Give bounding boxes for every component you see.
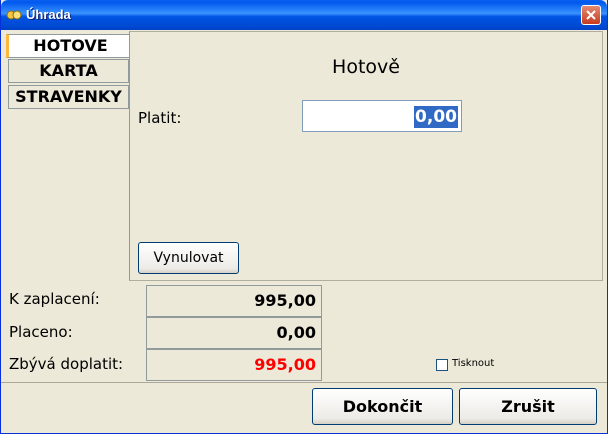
remaining-value: 995,00	[146, 349, 322, 381]
close-button[interactable]	[581, 5, 601, 25]
app-icon	[6, 10, 22, 20]
paid-value: 0,00	[146, 317, 322, 349]
tab-hotove[interactable]: HOTOVE	[6, 34, 132, 58]
pay-amount-input[interactable]: 0,00	[302, 100, 462, 132]
remaining-label: Zbývá doplatit:	[9, 355, 124, 373]
print-checkbox[interactable]	[436, 359, 448, 371]
pay-label: Platit:	[138, 109, 182, 127]
close-icon	[586, 10, 596, 20]
finish-button[interactable]: Dokončit	[312, 388, 453, 425]
panel-title: Hotově	[332, 56, 400, 78]
to-pay-value: 995,00	[146, 285, 322, 317]
window-title: Úhrada	[26, 7, 71, 22]
payment-dialog: Úhrada HOTOVE KARTA STRAVENKY Hotově Pla…	[0, 0, 608, 434]
paid-label: Placeno:	[9, 323, 73, 341]
footer-separator	[1, 382, 607, 383]
pay-amount-value: 0,00	[414, 106, 458, 128]
cancel-button[interactable]: Zrušit	[459, 388, 597, 425]
tab-karta[interactable]: KARTA	[8, 59, 129, 83]
to-pay-label: K zaplacení:	[9, 290, 100, 308]
reset-button[interactable]: Vynulovat	[138, 242, 239, 274]
tab-stravenky[interactable]: STRAVENKY	[8, 85, 129, 109]
print-checkbox-label[interactable]: Tisknout	[452, 358, 494, 369]
title-bar[interactable]: Úhrada	[1, 0, 607, 30]
